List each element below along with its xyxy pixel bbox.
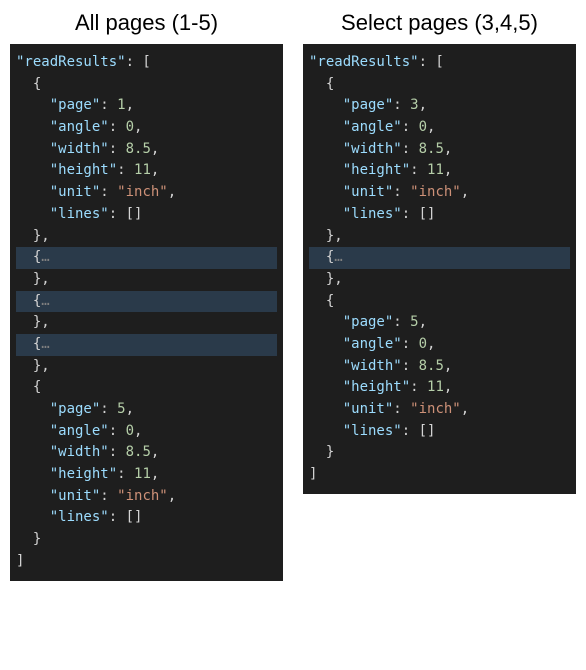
code-line: }, <box>309 226 570 248</box>
code-line: "lines": [] <box>309 421 570 443</box>
code-line: "lines": [] <box>309 204 570 226</box>
code-line: "angle": 0, <box>16 117 277 139</box>
code-line: "height": 11, <box>16 160 277 182</box>
folded-code-line[interactable]: {… <box>16 291 277 313</box>
code-line: "height": 11, <box>16 464 277 486</box>
code-line: ] <box>16 551 277 573</box>
folded-code-line[interactable]: {… <box>16 334 277 356</box>
right-title: Select pages (3,4,5) <box>303 10 576 36</box>
comparison-container: All pages (1-5) "readResults": [ { "page… <box>10 10 576 581</box>
code-line: "page": 1, <box>16 95 277 117</box>
code-line: "lines": [] <box>16 507 277 529</box>
code-line: "width": 8.5, <box>16 139 277 161</box>
code-line: "height": 11, <box>309 160 570 182</box>
left-code-block: "readResults": [ { "page": 1, "angle": 0… <box>10 44 283 581</box>
code-line: } <box>309 442 570 464</box>
code-line: }, <box>16 312 277 334</box>
code-line: { <box>16 74 277 96</box>
code-line: "width": 8.5, <box>16 442 277 464</box>
code-line: }, <box>16 269 277 291</box>
code-line: "readResults": [ <box>16 52 277 74</box>
code-line: "lines": [] <box>16 204 277 226</box>
code-line: { <box>309 291 570 313</box>
code-line: }, <box>16 226 277 248</box>
right-column: Select pages (3,4,5) "readResults": [ { … <box>303 10 576 581</box>
code-line: "width": 8.5, <box>309 356 570 378</box>
code-line: "unit": "inch", <box>16 486 277 508</box>
code-line: "width": 8.5, <box>309 139 570 161</box>
left-column: All pages (1-5) "readResults": [ { "page… <box>10 10 283 581</box>
code-line: { <box>16 377 277 399</box>
code-line: } <box>16 529 277 551</box>
code-line: "page": 5, <box>309 312 570 334</box>
code-line: "readResults": [ <box>309 52 570 74</box>
right-code-block: "readResults": [ { "page": 3, "angle": 0… <box>303 44 576 494</box>
code-line: }, <box>16 356 277 378</box>
code-line: ] <box>309 464 570 486</box>
code-line: "unit": "inch", <box>309 399 570 421</box>
code-line: "angle": 0, <box>16 421 277 443</box>
code-line: "height": 11, <box>309 377 570 399</box>
code-line: "angle": 0, <box>309 334 570 356</box>
code-line: "unit": "inch", <box>16 182 277 204</box>
left-title: All pages (1-5) <box>10 10 283 36</box>
code-line: "page": 3, <box>309 95 570 117</box>
code-line: { <box>309 74 570 96</box>
code-line: }, <box>309 269 570 291</box>
folded-code-line[interactable]: {… <box>309 247 570 269</box>
code-line: "unit": "inch", <box>309 182 570 204</box>
code-line: "angle": 0, <box>309 117 570 139</box>
code-line: "page": 5, <box>16 399 277 421</box>
folded-code-line[interactable]: {… <box>16 247 277 269</box>
